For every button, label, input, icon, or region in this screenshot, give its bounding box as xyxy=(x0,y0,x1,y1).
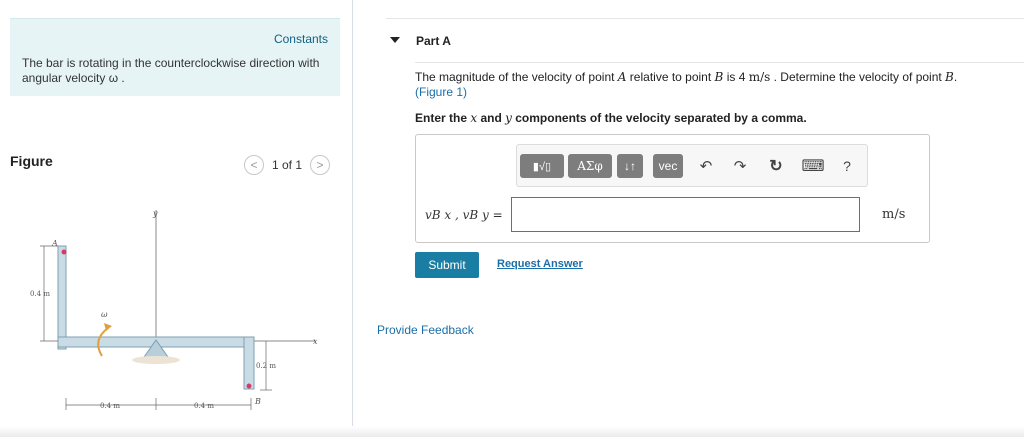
help-icon[interactable]: ? xyxy=(837,154,857,178)
label-b: B xyxy=(254,397,261,406)
math-point-b-2: B xyxy=(945,70,954,84)
question-text-3: is 4 xyxy=(723,70,749,84)
figure-link[interactable]: (Figure 1) xyxy=(415,85,467,99)
answer-unit: m/s xyxy=(882,207,906,222)
x-axis-label: x xyxy=(313,337,318,346)
label-a: A xyxy=(51,239,58,248)
math-unit: m/s xyxy=(748,70,771,84)
bar-left-segment xyxy=(57,245,67,350)
left-panel: Constants The bar is rotating in the cou… xyxy=(0,0,352,437)
bar-figure: y x A B ω 0.4 m 0.2 m 0.4 m 0.4 m xyxy=(30,209,318,410)
figure-title: Figure xyxy=(10,153,53,169)
point-a-marker xyxy=(61,249,67,255)
instruction-text-1: Enter the xyxy=(415,111,471,125)
part-title: Part A xyxy=(416,34,451,48)
question-text-5: . xyxy=(953,70,958,84)
collapse-caret-icon[interactable] xyxy=(390,37,400,43)
dim-label-left: 0.4 m xyxy=(100,402,120,410)
bottom-shadow xyxy=(0,426,1024,437)
figure-pager: < 1 of 1 > xyxy=(244,154,331,176)
answer-input[interactable] xyxy=(511,197,860,232)
instruction-text-2: and xyxy=(477,111,506,125)
problem-statement: The bar is rotating in the counterclockw… xyxy=(22,56,320,85)
bar-right-segment xyxy=(243,336,255,390)
part-a-header[interactable]: Part A xyxy=(386,18,1024,60)
keyboard-icon[interactable]: ⌨ xyxy=(801,154,825,178)
question-text-1: The magnitude of the velocity of point xyxy=(415,70,618,84)
templates-button[interactable]: ▮√▯ xyxy=(520,154,564,178)
answer-box: ▮√▯ ΑΣφ ↓↑ vec ↶ ↷ ↻ ⌨ ? vB x , vB y = m… xyxy=(415,134,930,243)
request-answer-link[interactable]: Request Answer xyxy=(497,258,583,270)
problem-intro-box: Constants The bar is rotating in the cou… xyxy=(10,18,340,96)
dim-label-vertical: 0.4 m xyxy=(30,290,50,298)
vector-button[interactable]: vec xyxy=(653,154,683,178)
question-text: The magnitude of the velocity of point A… xyxy=(415,70,1005,100)
dim-label-02: 0.2 m xyxy=(256,362,276,370)
pivot-ground xyxy=(132,356,180,364)
math-toolbar: ▮√▯ ΑΣφ ↓↑ vec ↶ ↷ ↻ ⌨ ? xyxy=(516,144,868,187)
part-divider xyxy=(415,62,1024,63)
next-figure-button[interactable]: > xyxy=(310,155,331,175)
arrows-button[interactable]: ↓↑ xyxy=(617,154,643,178)
instruction-text-3: components of the velocity separated by … xyxy=(511,111,807,125)
prev-figure-button[interactable]: < xyxy=(244,155,264,175)
panel-divider xyxy=(352,0,353,437)
reset-icon[interactable]: ↻ xyxy=(765,154,787,178)
pager-text: 1 of 1 xyxy=(272,158,303,172)
point-b-marker xyxy=(246,383,252,389)
submit-button[interactable]: Submit xyxy=(415,252,479,278)
y-axis-label: y xyxy=(152,209,158,218)
equation-label: vB x , vB y = xyxy=(425,208,503,222)
label-omega: ω xyxy=(101,310,108,319)
constants-link[interactable]: Constants xyxy=(274,32,328,46)
undo-icon[interactable]: ↶ xyxy=(695,154,717,178)
greek-symbols-button[interactable]: ΑΣφ xyxy=(568,154,612,178)
question-text-4: . Determine the velocity of point xyxy=(770,70,946,84)
math-y: y xyxy=(505,111,512,125)
redo-icon[interactable]: ↷ xyxy=(729,154,751,178)
provide-feedback-link[interactable]: Provide Feedback xyxy=(377,323,474,337)
dim-label-right: 0.4 m xyxy=(194,402,214,410)
question-text-2: relative to point xyxy=(626,70,715,84)
instruction-text: Enter the x and y components of the velo… xyxy=(415,111,807,125)
